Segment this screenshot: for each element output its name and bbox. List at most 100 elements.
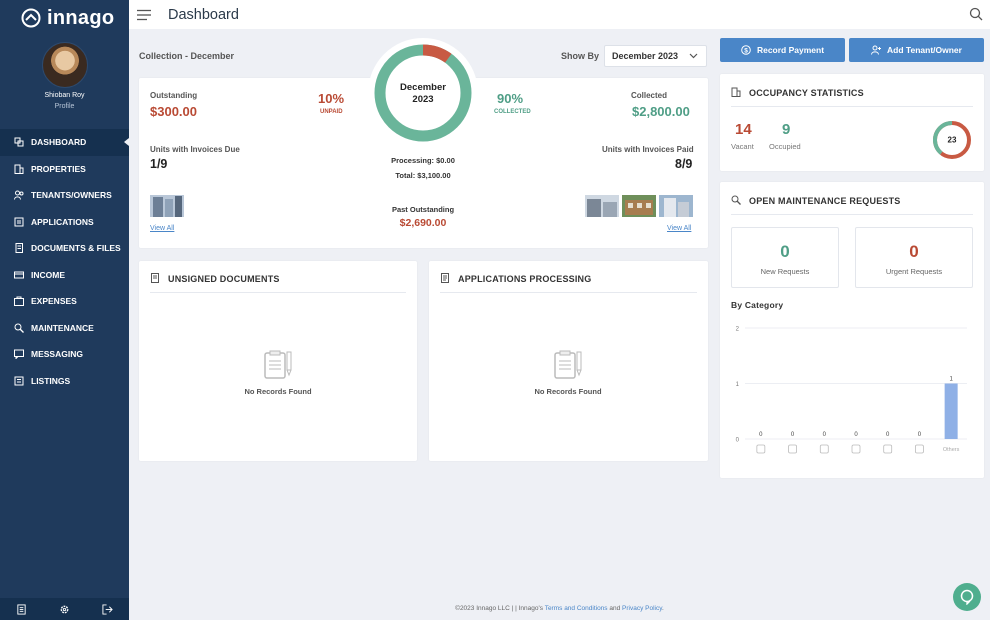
sidebar-item-properties[interactable]: PROPERTIES: [0, 156, 129, 183]
sidebar-item-label: APPLICATIONS: [31, 216, 94, 227]
sidebar-item-label: EXPENSES: [31, 296, 77, 307]
show-by-label: Show By: [561, 51, 600, 61]
property-thumbnail[interactable]: [585, 195, 619, 217]
search-icon[interactable]: [969, 7, 983, 21]
show-by-select[interactable]: December 2023: [604, 45, 707, 67]
terms-link[interactable]: Terms and Conditions: [545, 605, 608, 612]
profile[interactable]: Shioban Roy Profile: [0, 36, 129, 110]
bar-value-label: 0: [823, 432, 827, 438]
innago-logo[interactable]: innago: [0, 0, 129, 36]
users-icon: [14, 190, 24, 200]
occupied-label: Occupied: [769, 142, 801, 151]
view-all-right-link[interactable]: View All: [667, 225, 691, 232]
hamburger-menu-icon[interactable]: [137, 9, 151, 21]
unpaid-percent: 10%: [318, 91, 345, 106]
avatar[interactable]: [41, 42, 88, 88]
landscaping-category-icon: [756, 444, 766, 454]
new-requests-card[interactable]: 0 New Requests: [731, 227, 839, 288]
bar-value-label: 0: [791, 432, 795, 438]
add-user-icon: [871, 45, 882, 55]
sidebar-item-label: PROPERTIES: [31, 163, 86, 174]
sidebar-item-label: DOCUMENTS & FILES: [31, 243, 121, 254]
category-label-others: Others: [943, 447, 960, 453]
occupancy-donut[interactable]: 23: [931, 119, 973, 161]
listings-icon: [14, 376, 24, 386]
sidebar-item-label: LISTINGS: [31, 375, 71, 386]
sidebar-footer: [0, 598, 129, 620]
page-title: Dashboard: [168, 6, 239, 23]
income-icon: [14, 271, 24, 279]
document-icon[interactable]: [16, 603, 27, 615]
top-bar: Dashboard: [129, 0, 990, 29]
sidebar-item-dashboard[interactable]: DASHBOARD: [0, 129, 129, 156]
messaging-icon: [14, 349, 24, 360]
logout-icon[interactable]: [102, 603, 113, 615]
applications-empty-text: No Records Found: [534, 387, 602, 396]
dashboard-icon: [14, 137, 24, 147]
sidebar-item-tenants-owners[interactable]: TENANTS/OWNERS: [0, 182, 129, 209]
bar-value-label: 0: [886, 432, 890, 438]
footer-and: and: [607, 605, 623, 612]
donut-year: 2023: [412, 94, 434, 105]
sidebar-item-listings[interactable]: LISTINGS: [0, 368, 129, 395]
page-footer: ©2023 Innago LLC | | Innago's Terms and …: [129, 597, 990, 620]
plumbing-category-icon: [788, 444, 797, 454]
collection-title: Collection - December: [139, 51, 235, 61]
documents-icon: [15, 243, 23, 254]
chat-icon: [960, 589, 974, 605]
dollar-icon: $: [741, 45, 751, 55]
sidebar-item-expenses[interactable]: EXPENSES: [0, 288, 129, 315]
appliances-category-icon: [819, 444, 829, 454]
electrical-category-icon: [851, 444, 861, 454]
bar-value-label: 0: [759, 432, 763, 438]
by-category-label: By Category: [731, 300, 784, 310]
unpaid-label: UNPAID: [320, 109, 343, 115]
bar-value-label: 1: [949, 377, 953, 383]
occupancy-total: 23: [948, 136, 957, 145]
y-tick-label: 1: [736, 382, 740, 388]
record-payment-label: Record Payment: [756, 45, 825, 55]
collection-donut-chart: [374, 44, 472, 142]
units-paid-value: 8/9: [675, 157, 693, 171]
y-tick-label: 0: [736, 438, 740, 444]
footer-end: .: [662, 605, 664, 612]
view-all-left-link[interactable]: View All: [150, 225, 174, 232]
bar-value-label: 0: [854, 432, 858, 438]
past-outstanding-value: $2,690.00: [399, 217, 447, 229]
divider: [440, 292, 697, 293]
sidebar-item-income[interactable]: INCOME: [0, 262, 129, 289]
outstanding-label: Outstanding: [150, 91, 198, 100]
units-due-value: 1/9: [150, 157, 168, 171]
add-tenant-owner-button[interactable]: Add Tenant/Owner: [849, 38, 984, 62]
profile-link[interactable]: Profile: [0, 103, 129, 110]
new-requests-label: New Requests: [760, 267, 810, 276]
sidebar-item-maintenance[interactable]: MAINTENANCE: [0, 315, 129, 342]
add-tenant-owner-label: Add Tenant/Owner: [887, 45, 962, 55]
privacy-link[interactable]: Privacy Policy: [622, 605, 662, 612]
bar-others[interactable]: [944, 383, 958, 440]
property-thumbnail[interactable]: [150, 195, 184, 217]
applications-icon: [441, 273, 449, 283]
collection-donut[interactable]: [368, 38, 478, 148]
sidebar-item-label: DASHBOARD: [31, 137, 87, 148]
units-paid-label: Units with Invoices Paid: [602, 145, 694, 154]
maintenance-icon: [14, 323, 24, 333]
help-chat-button[interactable]: [953, 583, 981, 611]
sidebar-item-label: TENANTS/OWNERS: [31, 190, 112, 201]
profile-name: Shioban Roy: [44, 92, 85, 99]
urgent-requests-label: Urgent Requests: [885, 267, 943, 276]
sidebar-item-applications[interactable]: APPLICATIONS: [0, 209, 129, 236]
record-payment-button[interactable]: $ Record Payment: [720, 38, 845, 62]
clipboard-icon: [554, 350, 582, 379]
y-tick-label: 2: [736, 327, 740, 333]
divider: [731, 106, 973, 107]
gear-icon[interactable]: [59, 604, 70, 615]
urgent-requests-card[interactable]: 0 Urgent Requests: [855, 227, 973, 288]
past-outstanding-label: Past Outstanding: [391, 205, 455, 214]
divider: [150, 292, 406, 293]
sidebar-item-messaging[interactable]: MESSAGING: [0, 341, 129, 368]
property-thumbnail[interactable]: [622, 195, 656, 217]
sidebar-item-documents-files[interactable]: DOCUMENTS & FILES: [0, 235, 129, 262]
property-thumbnail[interactable]: [659, 195, 693, 217]
logo-text: innago: [47, 6, 115, 29]
